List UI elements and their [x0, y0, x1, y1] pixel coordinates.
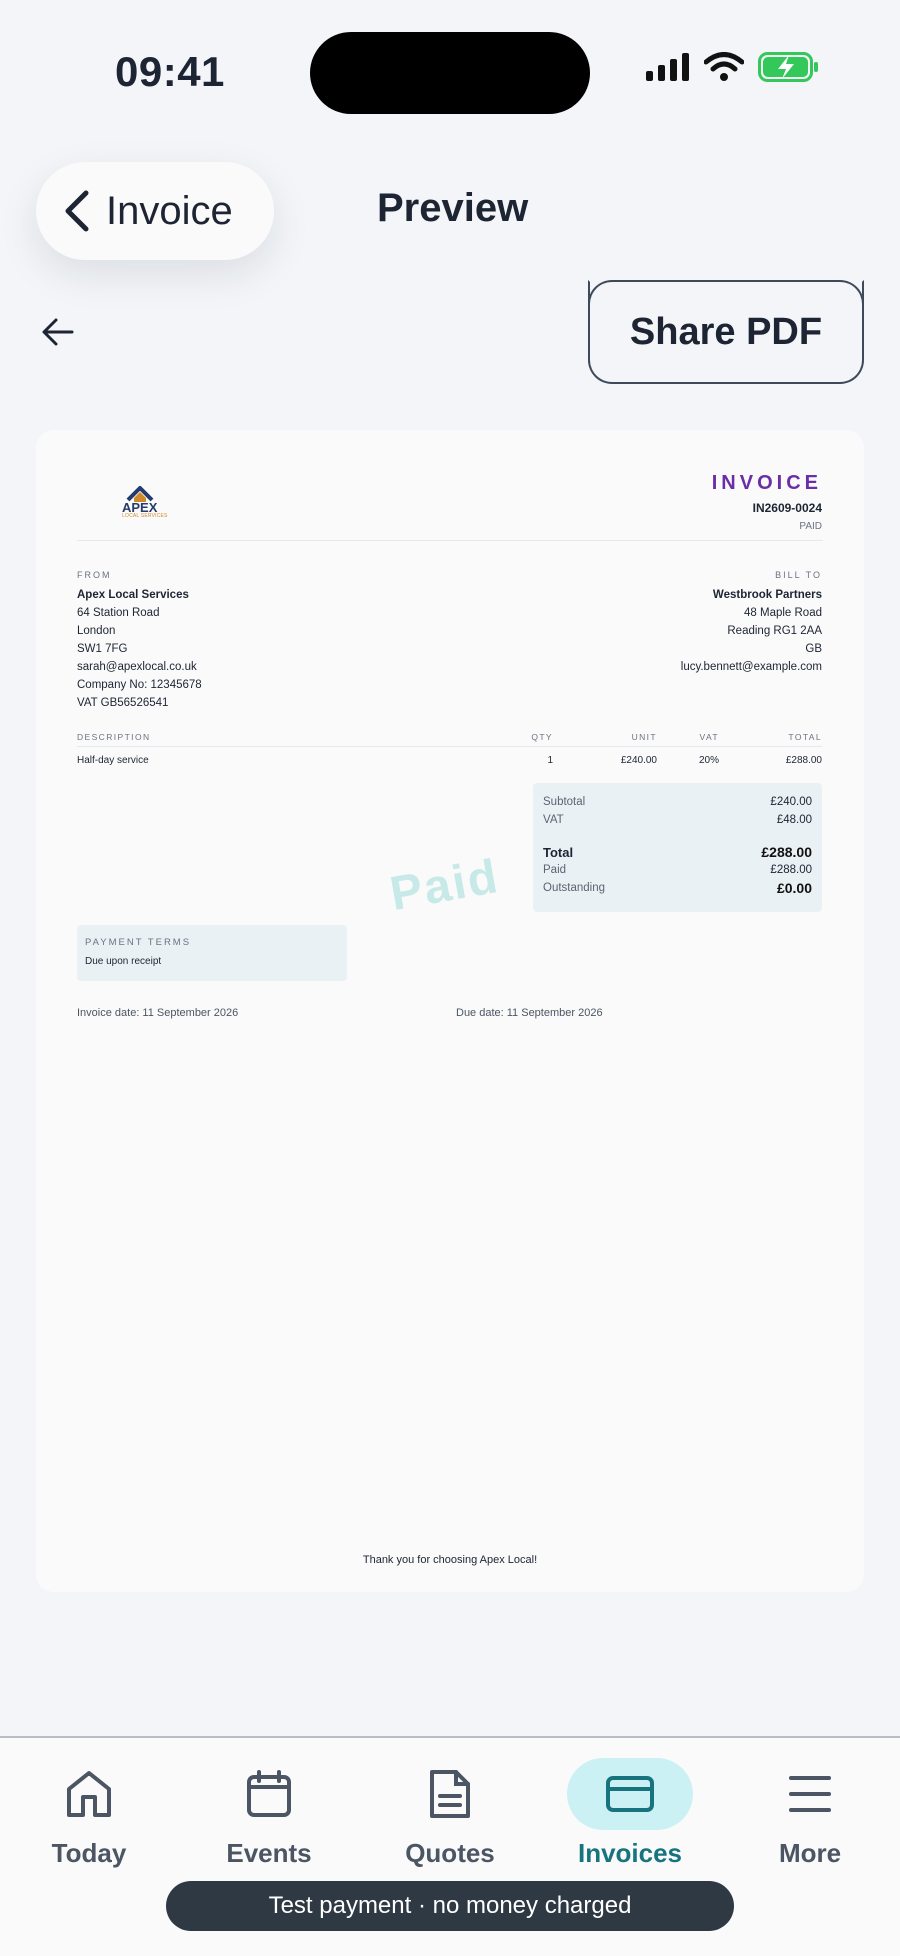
chevron-left-icon [65, 190, 89, 232]
paid-label: Paid [543, 864, 567, 876]
invoice-preview: APEX LOCAL SERVICES INVOICE IN2609-0024 … [36, 430, 864, 1592]
card-icon [606, 1776, 654, 1812]
from-caption: FROM [77, 570, 112, 580]
subtotal-value: £240.00 [770, 796, 812, 808]
header-divider [77, 540, 823, 541]
calendar-icon [247, 1770, 291, 1817]
total-label: Total [543, 844, 574, 860]
totals-box: Subtotal £240.00 VAT £48.00 Total £288.0… [533, 783, 822, 912]
payment-terms-box: PAYMENT TERMS Due upon receipt [77, 925, 347, 981]
back-to-invoice-button[interactable]: Invoice [36, 162, 274, 260]
from-line: London [77, 625, 116, 637]
outstanding-value: £0.00 [776, 880, 812, 896]
paid-row: Paid £288.00 [543, 861, 812, 879]
arrow-left-icon[interactable] [40, 314, 76, 350]
col-qty: QTY [531, 732, 553, 742]
status-icons [646, 52, 820, 82]
col-total: TOTAL [788, 732, 822, 742]
subtotal-row: Subtotal £240.00 [543, 793, 812, 811]
bill-to-caption: BILL TO [775, 570, 822, 580]
document-icon [430, 1770, 470, 1818]
nav-item-today[interactable]: Today [19, 1754, 159, 1869]
invoice-status: PAID [799, 521, 822, 532]
from-line: SW1 7FG [77, 643, 128, 655]
nav-label: Quotes [405, 1838, 495, 1868]
bill-to-name: Westbrook Partners [712, 589, 822, 601]
cell-qty: 1 [547, 755, 553, 766]
payment-terms-caption: PAYMENT TERMS [85, 937, 192, 948]
menu-icon [789, 1776, 831, 1812]
from-company-no: Company No: 12345678 [77, 679, 202, 691]
line-items-table: DESCRIPTION QTY UNIT VAT TOTAL Half-day … [77, 732, 822, 766]
share-pdf-button[interactable]: Share PDF [588, 280, 864, 384]
status-time: 09:41 [115, 48, 225, 95]
col-vat: VAT [699, 732, 719, 742]
cell-unit: £240.00 [620, 755, 657, 766]
table-row: Half-day service 1 £240.00 20% £288.00 [77, 747, 822, 766]
nav-label: Events [226, 1838, 312, 1868]
logo-subtitle: LOCAL SERVICES [122, 513, 168, 519]
due-date: Due date: 11 September 2026 [456, 1007, 603, 1019]
thank-you-note: Thank you for choosing Apex Local! [362, 1554, 538, 1566]
table-header: DESCRIPTION QTY UNIT VAT TOTAL [77, 732, 822, 747]
cell-description: Half-day service [77, 755, 149, 766]
col-unit: UNIT [631, 732, 657, 742]
page-title: Preview [377, 186, 529, 230]
vat-row: VAT £48.00 [543, 811, 812, 829]
invoice-number: IN2609-0024 [752, 501, 822, 515]
home-icon [67, 1771, 111, 1817]
bill-to-line: GB [805, 643, 822, 655]
invoice-title: INVOICE [711, 472, 822, 494]
signal-icon [646, 53, 689, 81]
bill-to-block: BILL TO Westbrook Partners 48 Maple Road… [681, 566, 822, 676]
bill-to-line: 48 Maple Road [744, 607, 822, 619]
bill-to-email: lucy.bennett@example.com [680, 661, 822, 673]
wifi-icon [704, 52, 744, 81]
payment-terms-text: Due upon receipt [85, 956, 162, 967]
cell-vat: 20% [698, 755, 719, 766]
bill-to-line: Reading RG1 2AA [727, 625, 822, 637]
nav-label: Invoices [577, 1838, 683, 1868]
vat-value: £48.00 [776, 814, 812, 826]
dynamic-island [310, 32, 590, 114]
nav-item-invoices[interactable]: Invoices [560, 1754, 700, 1869]
from-name: Apex Local Services [77, 589, 189, 601]
total-row: Total £288.00 [543, 843, 812, 861]
total-value: £288.00 [761, 844, 812, 860]
invoice-date: Invoice date: 11 September 2026 [77, 1007, 239, 1019]
vat-label: VAT [543, 814, 564, 826]
test-payment-toast: Test payment · no money charged [166, 1881, 734, 1931]
col-description: DESCRIPTION [77, 732, 151, 742]
outstanding-row: Outstanding £0.00 [543, 879, 812, 897]
active-indicator [567, 1758, 693, 1830]
subtotal-label: Subtotal [543, 796, 586, 808]
nav-label: More [778, 1838, 842, 1868]
from-block: FROM Apex Local Services 64 Station Road… [77, 566, 202, 712]
battery-charging-icon [758, 52, 818, 82]
invoice-dates: Invoice date: 11 September 2026 Due date… [77, 1007, 822, 1019]
from-vat: VAT GB56526541 [77, 697, 169, 709]
nav-label: Today [51, 1838, 127, 1868]
nav-item-quotes[interactable]: Quotes [380, 1754, 520, 1869]
paid-value: £288.00 [770, 864, 812, 876]
back-button-label: Invoice [106, 188, 233, 233]
from-email: sarah@apexlocal.co.uk [77, 661, 197, 673]
cell-total: £288.00 [785, 755, 822, 766]
nav-item-events[interactable]: Events [199, 1754, 339, 1869]
outstanding-label: Outstanding [543, 882, 606, 894]
nav-item-more[interactable]: More [740, 1754, 880, 1869]
paid-watermark: Paid [386, 849, 504, 922]
from-line: 64 Station Road [77, 607, 160, 619]
